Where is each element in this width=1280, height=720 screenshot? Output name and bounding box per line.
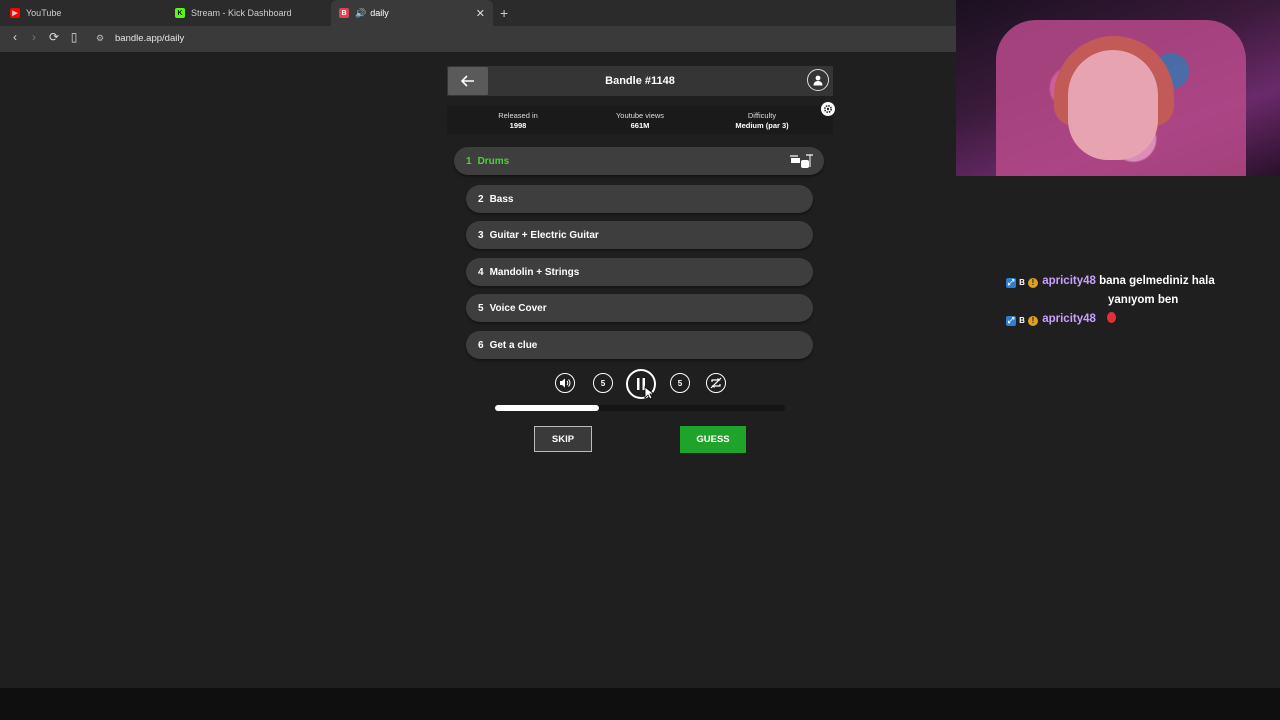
audio-progress-fill bbox=[495, 405, 600, 411]
coin-badge-icon: ! bbox=[1028, 316, 1038, 326]
skip-button[interactable]: SKIP bbox=[534, 426, 592, 452]
clue-item-mandolin[interactable]: 4 Mandolin + Strings bbox=[466, 258, 813, 286]
chat-badge-b-icon: B bbox=[1019, 316, 1025, 325]
back-arrow-icon[interactable]: ‹ bbox=[6, 30, 24, 44]
profile-button[interactable] bbox=[807, 69, 829, 91]
coin-badge-icon: ! bbox=[1028, 278, 1038, 288]
chat-text-continued: yanıyom ben bbox=[1108, 294, 1179, 306]
reload-icon[interactable]: ⟳ bbox=[45, 30, 63, 44]
audio-playing-icon: 🔊 bbox=[355, 7, 367, 18]
webcam-overlay bbox=[956, 0, 1280, 176]
gear-icon[interactable] bbox=[821, 102, 835, 116]
clue-label: Voice Cover bbox=[489, 302, 547, 314]
chat-badge-icon: ⤢ bbox=[1006, 278, 1016, 288]
bottom-letterbox bbox=[0, 688, 1280, 720]
info-difficulty: Difficulty Medium (par 3) bbox=[735, 111, 789, 130]
info-released: Released in 1998 bbox=[498, 111, 538, 130]
tab-daily[interactable]: B 🔊 daily ✕ bbox=[331, 0, 493, 26]
url-field[interactable]: bandle.app/daily bbox=[115, 33, 184, 44]
clue-label: Guitar + Electric Guitar bbox=[489, 229, 599, 241]
loop-off-button[interactable] bbox=[706, 373, 726, 393]
rewind-icon: 5 bbox=[600, 378, 606, 388]
guess-button[interactable]: GUESS bbox=[680, 426, 746, 453]
clue-label: Drums bbox=[477, 155, 510, 167]
bookmark-icon[interactable]: ▯ bbox=[65, 30, 83, 44]
game-header: Bandle #1148 bbox=[447, 66, 833, 96]
site-info-icon[interactable]: ⚙ bbox=[96, 33, 104, 44]
browser-tab-bar: ▶ YouTube K Stream - Kick Dashboard B 🔊 … bbox=[0, 0, 956, 26]
forward-5-button[interactable]: 5 bbox=[670, 373, 690, 393]
tab-youtube[interactable]: ▶ YouTube bbox=[10, 0, 170, 26]
chat-username: apricity48 bbox=[1042, 313, 1096, 325]
page-title: Bandle #1148 bbox=[605, 75, 675, 87]
webcam-person-image bbox=[1068, 50, 1158, 160]
rewind-5-button[interactable]: 5 bbox=[593, 373, 613, 393]
volume-button[interactable] bbox=[555, 373, 575, 393]
stream-chat: ⤢ B! apricity48 bana gelmediniz hala yanı… bbox=[1006, 272, 1266, 329]
repeat-off-icon bbox=[710, 377, 722, 389]
clue-item-drums[interactable]: 1 Drums bbox=[454, 147, 824, 175]
tab-title: daily bbox=[370, 8, 389, 18]
speaker-icon bbox=[560, 378, 571, 388]
drum-kit-icon bbox=[790, 154, 813, 168]
clue-item-bass[interactable]: 2 Bass bbox=[466, 185, 813, 213]
chat-badge-icon: ⤢ bbox=[1006, 316, 1016, 326]
clue-label: Mandolin + Strings bbox=[489, 266, 580, 278]
song-info-row: Released in 1998 Youtube views 661M Diff… bbox=[447, 106, 833, 134]
tab-kick-dashboard[interactable]: K Stream - Kick Dashboard bbox=[175, 0, 330, 26]
emote-icon bbox=[1107, 312, 1117, 323]
tab-title: YouTube bbox=[26, 8, 62, 18]
bandle-icon: B bbox=[339, 8, 349, 18]
info-youtube-views: Youtube views 661M bbox=[615, 111, 665, 130]
tab-title: Stream - Kick Dashboard bbox=[191, 8, 292, 18]
chat-message: ⤢ B! apricity48 bbox=[1006, 310, 1266, 329]
clue-item-voice-cover[interactable]: 5 Voice Cover bbox=[466, 294, 813, 322]
clue-label: Get a clue bbox=[489, 339, 538, 351]
user-icon bbox=[813, 75, 823, 86]
chat-text: bana gelmediniz hala bbox=[1099, 275, 1215, 287]
chat-username: apricity48 bbox=[1042, 275, 1096, 287]
forward-arrow-icon[interactable]: › bbox=[25, 30, 43, 44]
close-tab-icon[interactable]: ✕ bbox=[476, 7, 485, 20]
clue-item-guitar[interactable]: 3 Guitar + Electric Guitar bbox=[466, 221, 813, 249]
clue-item-get-a-clue[interactable]: 6 Get a clue bbox=[466, 331, 813, 359]
clue-label: Bass bbox=[489, 193, 514, 205]
chat-message: ⤢ B! apricity48 bana gelmediniz hala yanı… bbox=[1006, 272, 1266, 310]
forward-icon: 5 bbox=[677, 378, 683, 388]
youtube-icon: ▶ bbox=[10, 8, 20, 18]
chat-badge-b-icon: B bbox=[1019, 278, 1025, 287]
audio-progress-bar[interactable] bbox=[495, 405, 785, 411]
mouse-cursor-icon bbox=[644, 386, 654, 400]
new-tab-button[interactable]: + bbox=[500, 5, 508, 21]
kick-icon: K bbox=[175, 8, 185, 18]
